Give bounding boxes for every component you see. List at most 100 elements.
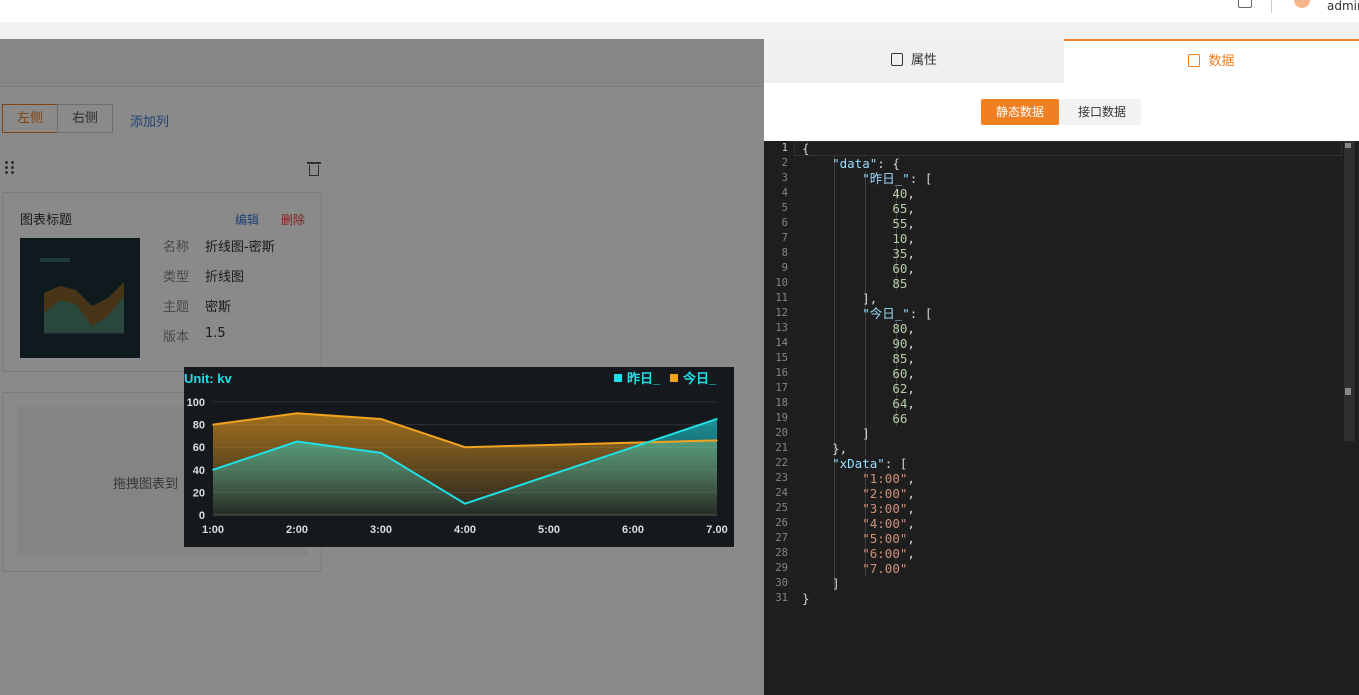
data-point xyxy=(548,474,550,477)
line-number: 24 xyxy=(775,487,788,499)
line-number: 7 xyxy=(781,232,788,244)
header-strip xyxy=(0,22,1359,39)
line-number: 29 xyxy=(775,562,788,574)
line-number: 23 xyxy=(775,472,788,484)
x-tick-label: 3:00 xyxy=(370,524,392,536)
code-line: ] xyxy=(802,576,840,591)
line-number-gutter: 1 2 3 4 5 6 7 8 9 10 11 12 13 14 15 16 17 18 19 20 21 22 23 24 2… xyxy=(764,141,794,695)
line-number: 8 xyxy=(781,247,788,259)
panel-tabs: 属性 数据 xyxy=(764,39,1359,83)
line-number: 20 xyxy=(775,427,788,439)
data-point xyxy=(716,439,718,442)
line-number: 5 xyxy=(781,202,788,214)
line-number: 11 xyxy=(775,292,788,304)
data-point xyxy=(716,418,718,420)
code-line: }, xyxy=(802,441,848,456)
data-point xyxy=(464,502,466,505)
line-number: 12 xyxy=(775,307,788,319)
code-line: 60, xyxy=(892,366,915,381)
avatar[interactable] xyxy=(1294,0,1310,8)
header-divider xyxy=(1271,0,1272,13)
data-point xyxy=(380,418,382,420)
code-line: 66 xyxy=(892,411,908,426)
json-code-editor[interactable]: 1 2 3 4 5 6 7 8 9 10 11 12 13 14 15 16 17 18 19 20 21 22 23 24 2… xyxy=(764,141,1359,695)
legend-swatch xyxy=(670,374,678,382)
data-point xyxy=(296,412,298,415)
line-number: 13 xyxy=(775,322,788,334)
code-line: "xData": [ xyxy=(832,456,908,471)
editor-scrollbar[interactable] xyxy=(1344,141,1355,441)
tab-data[interactable]: 数据 xyxy=(1064,39,1359,83)
code-line: 35, xyxy=(892,246,915,261)
api-data-button[interactable]: 接口数据 xyxy=(1063,99,1141,125)
y-tick-label: 40 xyxy=(193,465,205,477)
code-line: 64, xyxy=(892,396,915,411)
x-tick-label: 7.00 xyxy=(706,524,727,536)
line-number: 2 xyxy=(781,157,788,169)
code-line: "1:00", xyxy=(862,471,915,486)
line-number: 3 xyxy=(781,172,788,184)
x-tick-label: 2:00 xyxy=(286,524,308,536)
code-line: "昨日_": [ xyxy=(862,171,933,186)
line-number: 9 xyxy=(781,262,788,274)
line-number: 17 xyxy=(775,382,788,394)
data-point xyxy=(296,440,298,443)
data-point xyxy=(380,452,382,454)
code-line: ], xyxy=(802,291,878,306)
data-point xyxy=(464,446,466,448)
code-line: 60, xyxy=(892,261,915,276)
code-line: 85, xyxy=(892,351,915,366)
settings-doc-icon xyxy=(890,53,903,66)
data-point xyxy=(212,469,214,471)
tab-properties-label: 属性 xyxy=(910,53,937,68)
chart-svg: 0 20 40 60 80 100 1:00 2:00 3:00 4:00 5:00 6:00 7.0… xyxy=(184,371,728,536)
code-line: 40, xyxy=(892,186,915,201)
document-icon[interactable] xyxy=(1238,0,1252,8)
static-data-button[interactable]: 静态数据 xyxy=(981,99,1059,125)
data-point xyxy=(212,423,214,426)
code-line: 10, xyxy=(892,231,915,246)
x-tick-label: 4:00 xyxy=(454,524,476,536)
line-number: 22 xyxy=(775,457,788,469)
code-line: "data": { xyxy=(832,156,900,171)
username[interactable]: admin xyxy=(1327,0,1359,13)
code-line: } xyxy=(802,591,810,606)
line-number: 30 xyxy=(775,577,788,589)
line-number: 18 xyxy=(775,397,788,409)
data-point xyxy=(548,444,550,446)
y-tick-label: 100 xyxy=(187,397,205,409)
code-line: "6:00", xyxy=(862,546,915,561)
code-line: "4:00", xyxy=(862,516,915,531)
data-nodes-icon xyxy=(1188,54,1201,67)
chart-preview[interactable]: 0 20 40 60 80 100 1:00 2:00 3:00 4:00 5:00 6:00 7.0… xyxy=(184,367,734,547)
line-number: 19 xyxy=(775,412,788,424)
line-number: 4 xyxy=(781,187,788,199)
code-line: 62, xyxy=(892,381,915,396)
code-line: ] xyxy=(802,426,870,441)
properties-panel: 属性 数据 静态数据 接口数据 1 2 3 4 5 6 7 8 9 10 11 12 13 14 15 16 1… xyxy=(764,39,1359,695)
line-number: 25 xyxy=(775,502,788,514)
code-line: 90, xyxy=(892,336,915,351)
code-line: 55, xyxy=(892,216,915,231)
code-line: "3:00", xyxy=(862,501,915,516)
data-source-toggle: 静态数据 接口数据 xyxy=(981,99,1141,125)
code-line: 85 xyxy=(892,276,908,291)
tab-data-label: 数据 xyxy=(1208,54,1235,69)
code-line: { xyxy=(802,141,810,156)
legend-label: 昨日_ xyxy=(627,371,661,386)
line-number: 6 xyxy=(781,217,788,229)
code-line: "5:00", xyxy=(862,531,915,546)
code-line: 80, xyxy=(892,321,915,336)
data-point xyxy=(632,441,634,444)
x-tick-label: 6:00 xyxy=(622,524,644,536)
tab-properties[interactable]: 属性 xyxy=(764,39,1064,83)
x-tick-label: 5:00 xyxy=(538,524,560,536)
legend-swatch xyxy=(614,374,622,382)
line-number: 21 xyxy=(775,442,788,454)
top-header: admin xyxy=(0,0,1359,39)
data-point xyxy=(632,446,634,448)
code-line: "2:00", xyxy=(862,486,915,501)
code-line: 65, xyxy=(892,201,915,216)
line-number: 26 xyxy=(775,517,788,529)
line-number: 10 xyxy=(775,277,788,289)
